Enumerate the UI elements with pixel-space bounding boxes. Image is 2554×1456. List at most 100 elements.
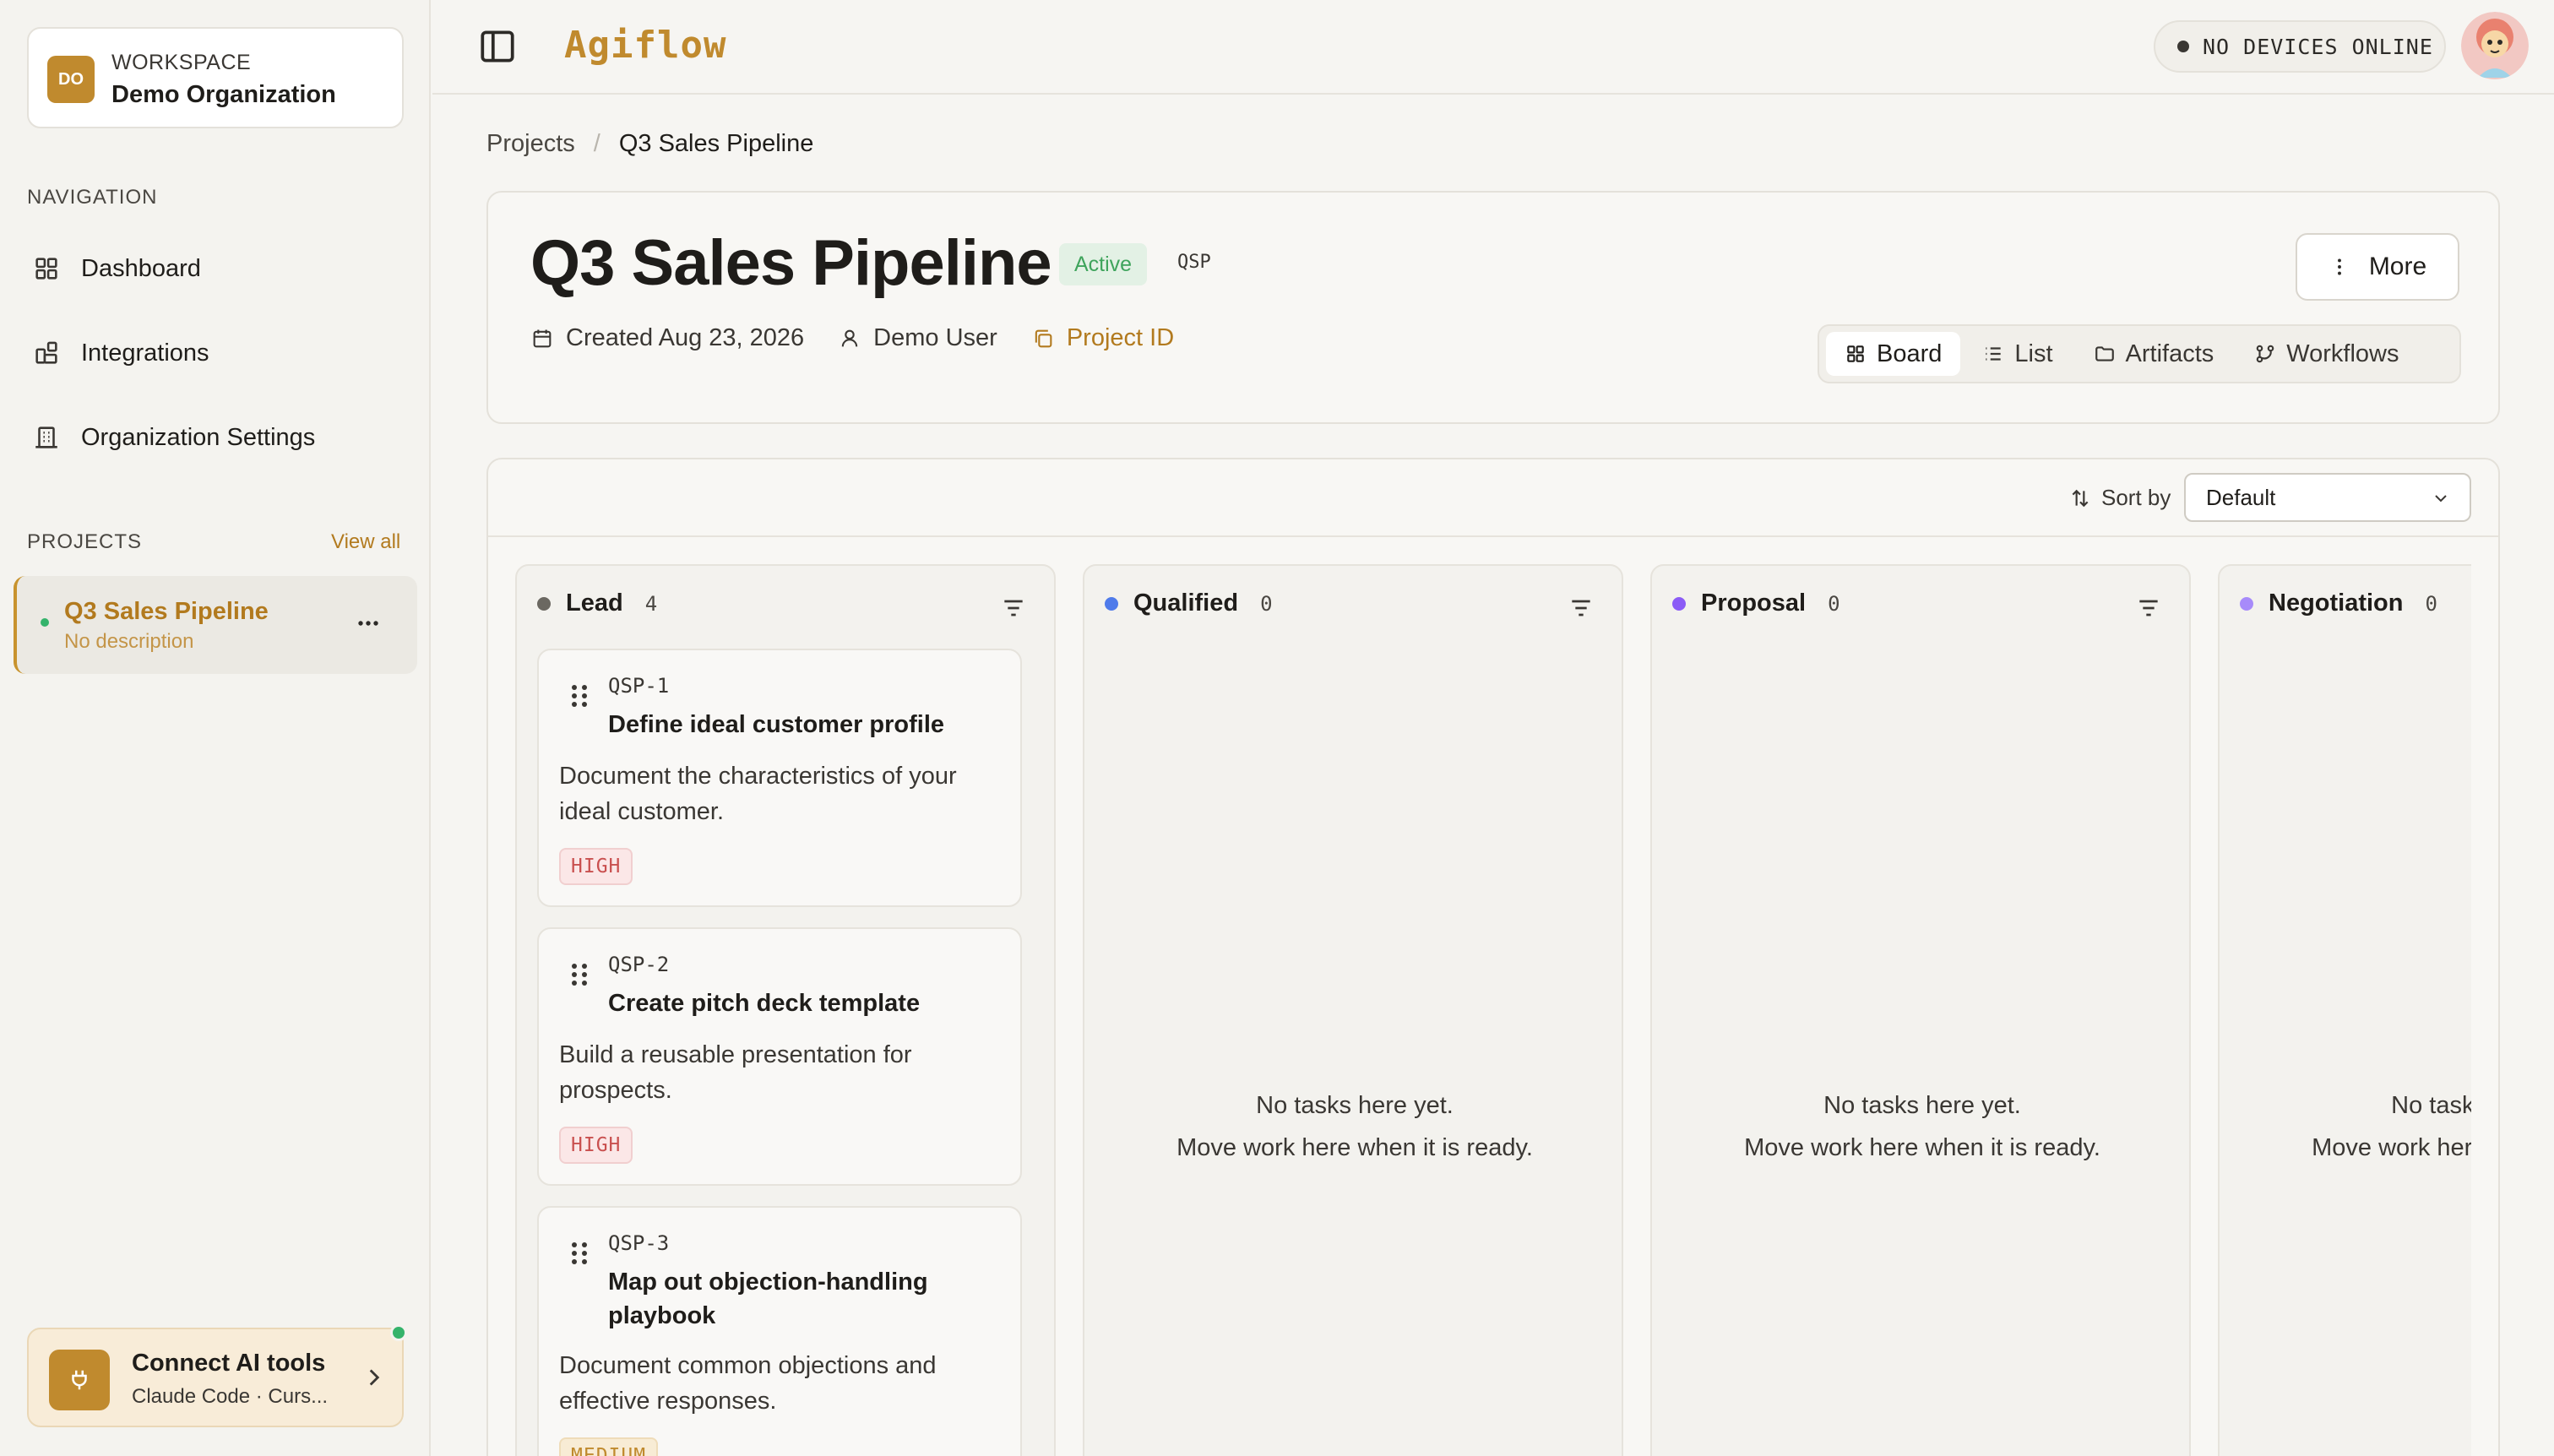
nav-item-dashboard[interactable]: Dashboard: [14, 235, 417, 302]
breadcrumb: Projects / Q3 Sales Pipeline: [486, 130, 813, 158]
sidebar-project-q3-sales-pipeline[interactable]: Q3 Sales Pipeline No description: [14, 576, 417, 674]
nav-item-label: Organization Settings: [81, 423, 316, 451]
project-meta: Created Aug 23, 2026 Demo User Project I…: [530, 324, 1174, 352]
priority-badge: HIGH: [559, 1127, 633, 1164]
column-header: Lead 4: [537, 589, 657, 617]
drag-handle-icon[interactable]: [569, 961, 590, 988]
connection-status-dot: [390, 1324, 407, 1341]
task-card[interactable]: QSP-3 Map out objection-handling playboo…: [537, 1206, 1022, 1456]
more-horizontal-icon[interactable]: [350, 608, 387, 638]
filter-icon[interactable]: [2135, 595, 2162, 622]
task-description: Build a reusable presentation for prospe…: [559, 1041, 912, 1104]
board-icon: [1847, 345, 1864, 362]
building-icon: [35, 426, 57, 448]
empty-state-hint: Move work here when it is ready.: [2312, 1134, 2471, 1161]
column-count: 0: [2425, 591, 2437, 616]
more-button[interactable]: More: [2296, 233, 2459, 301]
breadcrumb-separator: /: [593, 130, 600, 157]
workspace-eyebrow: WORKSPACE: [111, 51, 252, 74]
nav-item-label: Dashboard: [81, 254, 201, 282]
board-column-qualified: Qualified 0 No tasks here yet. Move work…: [1083, 564, 1623, 1456]
workspace-avatar: DO: [47, 56, 95, 103]
priority-badge: MEDIUM: [559, 1437, 659, 1456]
chevron-right-icon: [369, 1369, 380, 1386]
topbar: Agiflow NO DEVICES ONLINE: [432, 0, 2554, 95]
sidebar-toggle-icon[interactable]: [476, 25, 519, 68]
empty-state-hint: Move work here when it is ready.: [1744, 1134, 2100, 1161]
tab-label: Artifacts: [2125, 340, 2214, 367]
filter-icon[interactable]: [1568, 595, 1595, 622]
task-title: Create pitch deck template: [608, 990, 921, 1017]
copy-project-id-button[interactable]: Project ID: [1031, 324, 1174, 352]
devices-status-badge[interactable]: NO DEVICES ONLINE: [2154, 20, 2446, 73]
sort-label: Sort by: [2069, 485, 2171, 511]
board-column-proposal: Proposal 0 No tasks here yet. Move work …: [1650, 564, 2191, 1456]
priority-badge: HIGH: [559, 848, 633, 885]
nav-item-integrations[interactable]: Integrations: [14, 319, 417, 387]
column-count: 0: [1828, 591, 1840, 616]
task-key: QSP-1: [608, 674, 670, 698]
column-color-dot: [2240, 596, 2253, 611]
tab-artifacts[interactable]: Artifacts: [2075, 332, 2233, 376]
user-avatar[interactable]: [2461, 12, 2529, 79]
sort-label-text: Sort by: [2101, 485, 2171, 510]
column-color-dot: [1672, 596, 1686, 611]
integrations-icon: [35, 341, 57, 364]
sidebar: DO WORKSPACE Demo Organization NAVIGATIO…: [0, 0, 431, 1456]
task-card[interactable]: QSP-2 Create pitch deck template Build a…: [537, 927, 1022, 1186]
navigation-label: NAVIGATION: [27, 186, 158, 209]
empty-state-title: No tasks here yet.: [2391, 1092, 2471, 1119]
nav-item-organization-settings[interactable]: Organization Settings: [14, 404, 417, 471]
task-key: QSP-2: [608, 953, 670, 976]
more-button-label: More: [2368, 253, 2427, 280]
tab-board[interactable]: Board: [1826, 332, 1961, 376]
connect-ai-tools-button[interactable]: Connect AI tools Claude Code · Curs...: [27, 1324, 407, 1427]
empty-state: No tasks here yet. Move work here when i…: [2220, 1084, 2471, 1169]
project-status-dot: [41, 618, 49, 627]
workspace-switcher[interactable]: DO WORKSPACE Demo Organization: [27, 27, 404, 128]
tab-list[interactable]: List: [1964, 332, 2071, 376]
empty-state: No tasks here yet. Move work here when i…: [1652, 1084, 2193, 1169]
chevron-down-icon: [2435, 495, 2447, 503]
nav-item-label: Integrations: [81, 339, 209, 367]
board-panel: Sort by Default Lead 4 QSP-1 Define idea…: [486, 458, 2500, 1456]
tab-workflows[interactable]: Workflows: [2236, 332, 2417, 376]
devices-status-dot: [2177, 41, 2189, 52]
breadcrumb-projects-link[interactable]: Projects: [486, 130, 575, 158]
connect-subtitle: Claude Code · Curs...: [132, 1385, 329, 1408]
column-name: Negotiation: [2269, 589, 2404, 617]
tab-label: Board: [1877, 340, 1943, 367]
brand-logo[interactable]: Agiflow: [564, 24, 726, 67]
view-all-projects-link[interactable]: View all: [331, 530, 400, 554]
project-id-text: Project ID: [1066, 324, 1175, 351]
task-title: Map out objection-handling playbook: [608, 1269, 928, 1329]
column-count: 0: [1260, 591, 1273, 616]
created-date-text: Created Aug 23, 2026: [566, 324, 805, 351]
task-title: Define ideal customer profile: [608, 711, 945, 738]
filter-icon[interactable]: [1000, 595, 1027, 622]
project-key: QSP: [1177, 252, 1211, 273]
sort-select[interactable]: Default: [2184, 473, 2471, 522]
view-tabs: Board List Artifacts Workflows: [1818, 324, 2461, 383]
sort-icon: [2072, 489, 2089, 507]
projects-label: PROJECTS: [27, 530, 143, 553]
project-name: Q3 Sales Pipeline: [64, 598, 269, 625]
user-icon: [841, 329, 858, 346]
column-color-dot: [1105, 596, 1118, 611]
workflow-icon: [2256, 345, 2274, 363]
drag-handle-icon[interactable]: [569, 682, 590, 709]
project-owner-text: Demo User: [873, 324, 997, 351]
task-key: QSP-3: [608, 1231, 670, 1255]
task-card[interactable]: QSP-1 Define ideal customer profile Docu…: [537, 649, 1022, 907]
drag-handle-icon[interactable]: [569, 1240, 590, 1267]
task-description: Document the characteristics of your ide…: [559, 763, 957, 825]
board-columns[interactable]: Lead 4 QSP-1 Define ideal customer profi…: [515, 564, 2471, 1456]
more-vertical-icon: [2337, 258, 2341, 275]
column-name: Proposal: [1701, 589, 1807, 617]
workspace-name: Demo Organization: [111, 81, 336, 108]
column-name: Lead: [566, 589, 623, 617]
empty-state: No tasks here yet. Move work here when i…: [1084, 1084, 1625, 1169]
column-header: Proposal 0: [1672, 589, 1840, 617]
status-badge: Active: [1059, 243, 1148, 285]
grid-icon: [35, 258, 57, 280]
